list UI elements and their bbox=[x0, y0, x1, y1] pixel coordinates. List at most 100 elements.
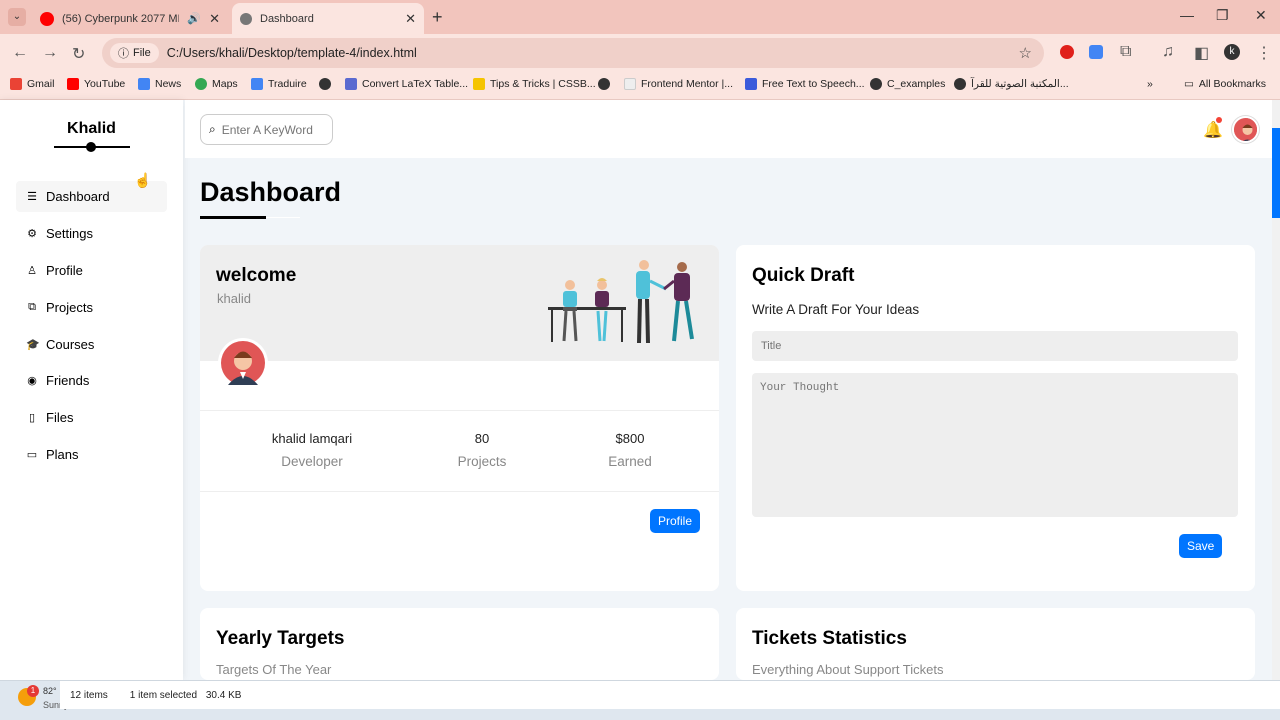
site-info-chip[interactable]: ⓘ File bbox=[110, 43, 159, 63]
sidebar-item-label: Profile bbox=[46, 263, 83, 278]
extensions-puzzle-icon[interactable]: ⧉ bbox=[1120, 43, 1131, 61]
mouse-cursor-icon: ☝ bbox=[134, 172, 152, 188]
profile-avatar-icon[interactable]: k bbox=[1224, 44, 1240, 60]
sidebar-item-label: Courses bbox=[46, 337, 95, 352]
speaker-icon[interactable]: 🔊 bbox=[187, 12, 201, 25]
sidebar-item-projects[interactable]: ⧉ Projects bbox=[16, 292, 167, 323]
search-icon: ⌕ bbox=[209, 122, 216, 136]
diagram-icon: ⧉ bbox=[28, 301, 36, 313]
menu-kebab-icon[interactable]: ⋮ bbox=[1256, 43, 1272, 63]
tab-title: Dashboard bbox=[260, 12, 314, 25]
sidebar-item-friends[interactable]: ◉ Friends bbox=[16, 365, 167, 396]
frontend-mentor-icon bbox=[624, 78, 636, 90]
weather-badge: 1 bbox=[27, 685, 39, 697]
notification-badge bbox=[1216, 117, 1222, 123]
side-panel-icon[interactable]: ◧ bbox=[1194, 43, 1209, 63]
globe-icon bbox=[870, 78, 882, 90]
tab-dashboard[interactable]: Dashboard ✕ bbox=[232, 3, 424, 34]
sidebar-item-plans[interactable]: ▭ Plans bbox=[16, 439, 167, 470]
bookmark-youtube[interactable]: YouTube bbox=[67, 78, 125, 90]
chart-icon: ☰ bbox=[27, 191, 37, 203]
avatar[interactable] bbox=[1232, 116, 1259, 143]
bookmark-maps[interactable]: Maps bbox=[195, 78, 238, 90]
minimize-button[interactable]: — bbox=[1180, 7, 1194, 23]
tab-search-menu-icon[interactable]: ⌄ bbox=[8, 8, 26, 26]
bookmark-globe-2[interactable] bbox=[598, 78, 615, 90]
address-bar[interactable]: ⓘ File C:/Users/khali/Desktop/template-4… bbox=[102, 38, 1044, 68]
avatar-illustration bbox=[1234, 118, 1257, 141]
circle-user-icon: ◉ bbox=[27, 375, 37, 387]
bookmark-quran-library[interactable]: المكتبة الصوتية للقرآ... bbox=[954, 78, 1069, 90]
bookmark-traduire[interactable]: Traduire bbox=[251, 78, 307, 90]
sidebar-item-courses[interactable]: 🎓 Courses bbox=[16, 329, 167, 360]
close-window-button[interactable]: ✕ bbox=[1255, 7, 1267, 24]
graduation-cap-icon: 🎓 bbox=[26, 339, 40, 351]
sidebar-item-label: Projects bbox=[46, 300, 93, 315]
welcome-subtitle: khalid bbox=[217, 291, 251, 306]
reload-icon[interactable]: ↻ bbox=[72, 44, 85, 64]
bookmarks-more-icon[interactable]: » bbox=[1147, 78, 1153, 90]
close-tab-icon[interactable]: ✕ bbox=[209, 11, 220, 27]
translate-extension-icon[interactable] bbox=[1089, 45, 1103, 59]
stat-label: Earned bbox=[608, 454, 652, 469]
bookmark-frontend-mentor[interactable]: Frontend Mentor |... bbox=[624, 78, 733, 90]
brand-title: Khalid bbox=[67, 120, 116, 137]
browser-tab-bar: ⌄ (56) Cyberpunk 2077 MIX b 🔊 ✕ Dashboar… bbox=[0, 0, 1280, 34]
title-underline bbox=[200, 216, 266, 219]
tab-youtube[interactable]: (56) Cyberpunk 2077 MIX b 🔊 ✕ bbox=[32, 3, 228, 34]
stat-value: 80 bbox=[474, 431, 490, 446]
bookmark-news[interactable]: News bbox=[138, 78, 181, 90]
youtube-icon bbox=[67, 78, 79, 90]
opera-extension-icon[interactable] bbox=[1060, 45, 1074, 59]
restore-button[interactable]: ❐ bbox=[1216, 7, 1229, 24]
new-tab-button[interactable]: + bbox=[432, 7, 443, 28]
url-text: C:/Users/khali/Desktop/template-4/index.… bbox=[166, 46, 417, 60]
tickets-title: Tickets Statistics bbox=[752, 628, 907, 649]
bookmark-text-to-speech[interactable]: Free Text to Speech... bbox=[745, 78, 865, 90]
scrollbar-thumb[interactable] bbox=[1272, 128, 1280, 218]
bookmark-star-icon[interactable]: ☆ bbox=[1019, 44, 1032, 62]
sidebar-item-profile[interactable]: ♙ Profile bbox=[16, 255, 167, 286]
file-icon: ▯ bbox=[28, 412, 36, 424]
profile-button[interactable]: Profile bbox=[650, 509, 701, 533]
bookmark-latex[interactable]: Convert LaTeX Table... bbox=[345, 78, 468, 90]
stat-value: $800 bbox=[615, 431, 645, 446]
globe-icon bbox=[954, 78, 966, 90]
media-controls-icon[interactable]: ♫ bbox=[1162, 43, 1174, 61]
all-bookmarks[interactable]: ▭ All Bookmarks bbox=[1184, 78, 1266, 90]
stat-earned: $800 Earned bbox=[590, 431, 670, 469]
sidebar-item-label: Friends bbox=[46, 373, 90, 388]
bookmark-gmail[interactable]: Gmail bbox=[10, 78, 54, 90]
draft-thought-textarea[interactable] bbox=[752, 373, 1238, 517]
avatar-illustration bbox=[221, 341, 265, 385]
user-icon: ♙ bbox=[27, 265, 37, 277]
bookmark-globe[interactable] bbox=[319, 78, 336, 90]
yearly-targets-subtitle: Targets Of The Year bbox=[216, 662, 332, 677]
selection-info: 1 item selected 30.4 KB bbox=[129, 689, 242, 701]
forward-icon[interactable]: → bbox=[42, 44, 58, 62]
translate-icon bbox=[251, 78, 263, 90]
sidebar-item-files[interactable]: ▯ Files bbox=[16, 402, 167, 433]
browser-toolbar: ← → ↻ ⓘ File C:/Users/khali/Desktop/temp… bbox=[0, 34, 1280, 72]
stat-projects: 80 Projects bbox=[442, 431, 522, 469]
bookmark-c-examples[interactable]: C_examples bbox=[870, 78, 945, 90]
quick-draft-card: Quick Draft Write A Draft For Your Ideas… bbox=[736, 245, 1255, 591]
close-tab-icon[interactable]: ✕ bbox=[405, 11, 416, 27]
tickets-statistics-card: Tickets Statistics Everything About Supp… bbox=[736, 608, 1255, 680]
sidebar-item-settings[interactable]: ⚙ Settings bbox=[16, 218, 167, 249]
draft-title-input[interactable] bbox=[752, 331, 1238, 361]
search-box[interactable]: ⌕ bbox=[200, 114, 333, 145]
top-bar: ⌕ 🔔 bbox=[185, 100, 1272, 158]
draft-subtitle: Write A Draft For Your Ideas bbox=[752, 302, 920, 317]
tickets-subtitle: Everything About Support Tickets bbox=[752, 662, 944, 677]
stat-name: khalid lamqari Developer bbox=[252, 431, 372, 469]
yearly-targets-title: Yearly Targets bbox=[216, 628, 345, 649]
save-button[interactable]: Save bbox=[1179, 534, 1223, 558]
back-icon[interactable]: ← bbox=[12, 44, 28, 62]
search-input[interactable] bbox=[221, 122, 322, 137]
bookmark-cssbattle[interactable]: Tips & Tricks | CSSB... bbox=[473, 78, 596, 90]
stat-value: khalid lamqari bbox=[271, 431, 353, 446]
bell-icon[interactable]: 🔔 bbox=[1203, 120, 1223, 140]
sidebar-item-label: Plans bbox=[46, 447, 79, 462]
folder-icon: ▭ bbox=[1184, 78, 1194, 90]
